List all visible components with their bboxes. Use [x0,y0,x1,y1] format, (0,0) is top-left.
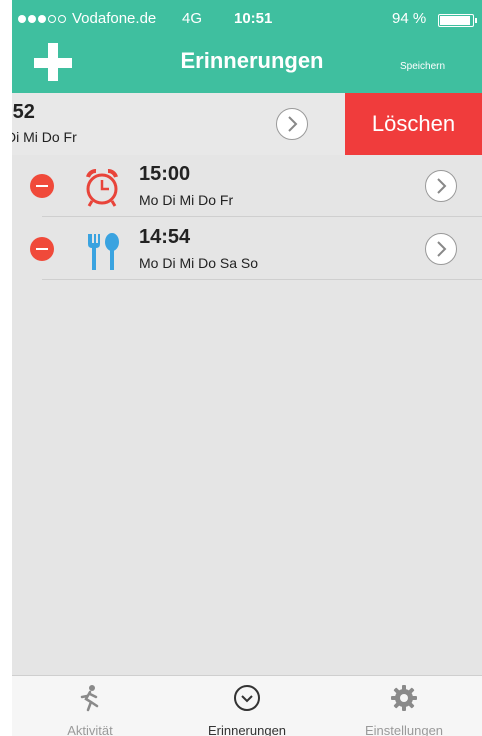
battery-icon [438,14,477,27]
reminder-row-swiped[interactable]: :52 Di Mi Do Fr Löschen [12,93,482,155]
reminder-days: Di Mi Do Fr [12,129,77,145]
row-divider [42,279,482,280]
carrier-label: Vodafone.de [72,10,157,27]
header: Vodafone.de 4G 10:51 94 % Erinnerungen S… [12,0,482,93]
reminder-days: Mo Di Mi Do Sa So [139,255,259,271]
fork-spoon-icon [80,228,124,272]
tab-erinnerungen[interactable]: Erinnerungen [169,676,325,736]
chevron-right-icon[interactable] [276,108,308,140]
status-bar: Vodafone.de 4G 10:51 94 % [12,10,482,32]
gear-icon [390,684,418,712]
reminder-days: Mo Di Mi Do Fr [139,192,234,208]
page-title: Erinnerungen [180,48,324,73]
reminder-time: 14:54 [139,226,191,248]
tab-label: Erinnerungen [207,723,287,736]
tab-aktivitaet[interactable]: Aktivität [12,676,168,736]
clock-time: 10:51 [234,10,273,27]
chevron-right-icon[interactable] [425,170,457,202]
tab-label: Einstellungen [364,723,444,736]
alarm-clock-icon [80,165,124,209]
tab-bar: Aktivität Erinnerungen Einstellungen [12,675,482,736]
reminders-screen: Vodafone.de 4G 10:51 94 % Erinnerungen S… [12,0,482,736]
signal-strength-icon [18,15,66,23]
reminder-row[interactable]: 15:00 Mo Di Mi Do Fr [12,155,482,217]
tab-label: Aktivität [67,723,113,736]
running-person-icon [76,684,104,712]
row-divider [42,216,482,217]
chevron-right-icon[interactable] [425,233,457,265]
clock-icon [233,684,261,712]
battery-percent: 94 % [392,10,427,27]
delete-button[interactable]: Löschen [345,93,482,155]
save-button[interactable]: Speichern [400,61,445,72]
reminder-row[interactable]: 14:54 Mo Di Mi Do Sa So [12,218,482,280]
tab-einstellungen[interactable]: Einstellungen [326,676,482,736]
reminder-time: 15:00 [139,163,191,185]
add-reminder-button[interactable] [34,43,74,83]
reminder-time: :52 [12,101,35,123]
network-label: 4G [182,10,203,27]
delete-minus-icon[interactable] [30,174,54,198]
delete-minus-icon[interactable] [30,237,54,261]
